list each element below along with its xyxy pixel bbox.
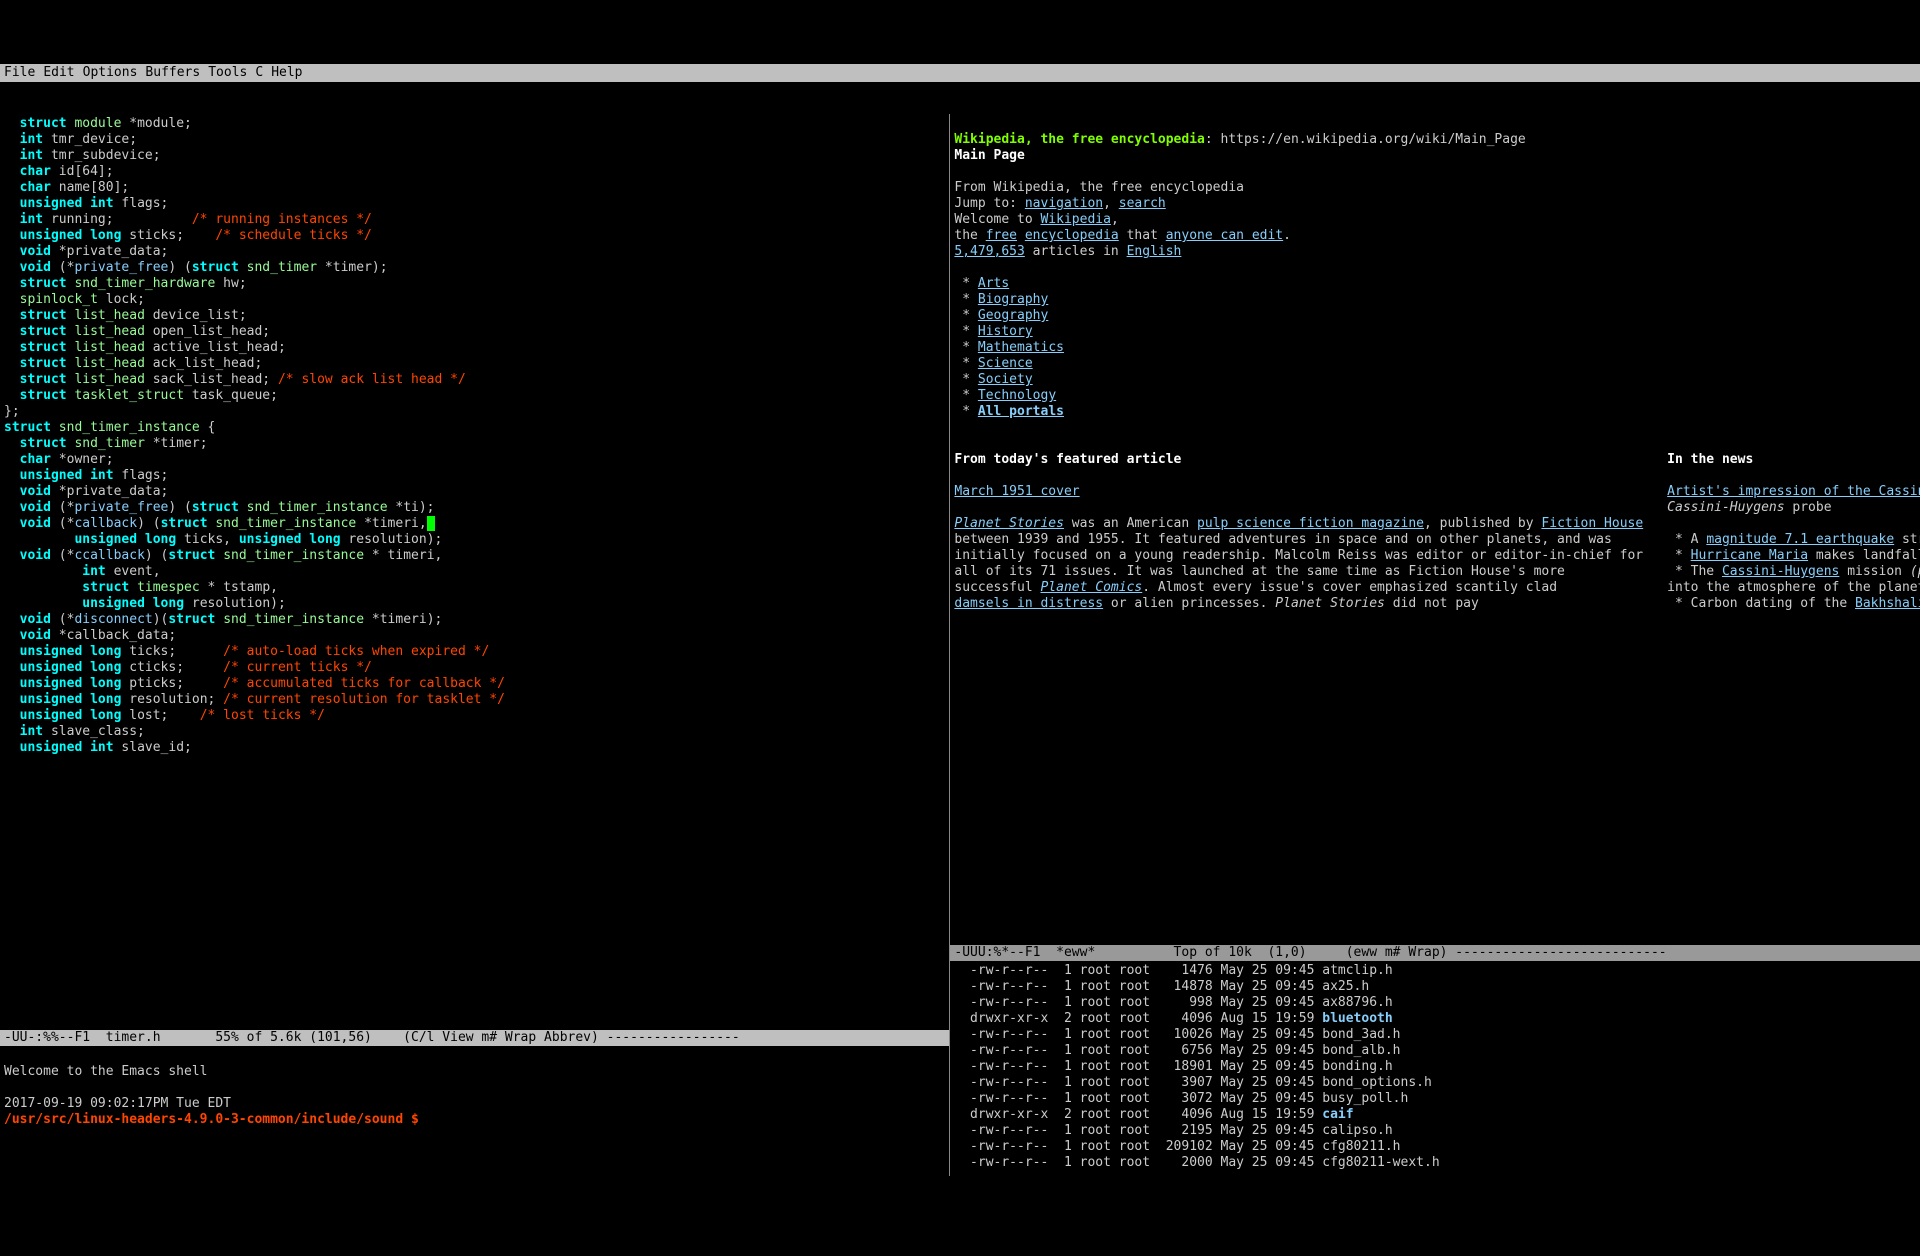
- menu-c[interactable]: C: [255, 65, 263, 81]
- dired-row[interactable]: -rw-r--r-- 1 root root 3907 May 25 09:45…: [954, 1075, 1916, 1091]
- modeline-eww: -UUU:%*--F1 *eww* Top of 10k (1,0) (eww …: [950, 945, 1920, 961]
- dired-row[interactable]: -rw-r--r-- 1 root root 998 May 25 09:45 …: [954, 995, 1916, 1011]
- txt: the: [954, 228, 985, 243]
- menubar[interactable]: File Edit Options Buffers Tools C Help: [0, 64, 1920, 82]
- txt: did not pay: [1385, 596, 1479, 611]
- dired-row[interactable]: -rw-r--r-- 1 root root 3072 May 25 09:45…: [954, 1091, 1916, 1107]
- link-anyone-edit[interactable]: anyone can edit: [1166, 228, 1283, 243]
- modeline-code: -UU-:%%--F1 timer.h 55% of 5.6k (101,56)…: [0, 1030, 949, 1046]
- dired-row[interactable]: -rw-r--r-- 1 root root 2195 May 25 09:45…: [954, 1123, 1916, 1139]
- eww-url: https://en.wikipedia.org/wiki/Main_Page: [1221, 132, 1526, 147]
- txt: into the atmosphere of the planet.: [1667, 580, 1920, 595]
- code-editor-pane[interactable]: struct module *module; int tmr_device; i…: [0, 114, 949, 1030]
- link-portal-geography[interactable]: Geography: [978, 308, 1048, 323]
- link-portal-mathematics[interactable]: Mathematics: [978, 340, 1064, 355]
- eshell-date: 2017-09-19 09:02:17PM Tue EDT: [4, 1096, 231, 1111]
- link-damsels[interactable]: damsels in distress: [954, 596, 1103, 611]
- link-planet-stories[interactable]: Planet Stories: [954, 516, 1064, 531]
- link-cassini[interactable]: Cassini-Huygens: [1722, 564, 1839, 579]
- link-portal-all-portals[interactable]: All portals: [978, 404, 1064, 419]
- txt: probe: [1785, 500, 1832, 515]
- menu-options[interactable]: Options: [83, 65, 138, 81]
- dired-row[interactable]: -rw-r--r-- 1 root root 6756 May 25 09:45…: [954, 1043, 1916, 1059]
- eshell-prompt[interactable]: /usr/src/linux-headers-4.9.0-3-common/in…: [4, 1112, 419, 1127]
- link-portal-technology[interactable]: Technology: [978, 388, 1056, 403]
- link-search[interactable]: search: [1119, 196, 1166, 211]
- eww-site-title: Wikipedia, the free encyclopedia: [954, 132, 1204, 147]
- link-earthquake[interactable]: magnitude 7.1 earthquake: [1706, 532, 1894, 547]
- link-free[interactable]: free: [986, 228, 1017, 243]
- dired-row[interactable]: -rw-r--r-- 1 root root 14878 May 25 09:4…: [954, 979, 1916, 995]
- link-portal-society[interactable]: Society: [978, 372, 1033, 387]
- menu-edit[interactable]: Edit: [43, 65, 74, 81]
- txt: Cassini-Huygens: [1667, 500, 1784, 515]
- txt: Welcome to: [954, 212, 1040, 227]
- link-hurricane-maria[interactable]: Hurricane Maria: [1691, 548, 1808, 563]
- dired-row[interactable]: drwxr-xr-x 2 root root 4096 Aug 15 19:59…: [954, 1107, 1916, 1123]
- menu-buffers[interactable]: Buffers: [145, 65, 200, 81]
- link-fiction-house[interactable]: Fiction House: [1541, 516, 1643, 531]
- link-portal-biography[interactable]: Biography: [978, 292, 1048, 307]
- link-portal-history[interactable]: History: [978, 324, 1033, 339]
- txt: that: [1119, 228, 1166, 243]
- txt: was an American: [1064, 516, 1197, 531]
- dired-row[interactable]: -rw-r--r-- 1 root root 18901 May 25 09:4…: [954, 1059, 1916, 1075]
- eww-browser-pane[interactable]: Wikipedia, the free encyclopedia: https:…: [950, 114, 1920, 945]
- link-artist-impression[interactable]: Artist's impression of the Cassini–Huyge…: [1667, 484, 1920, 499]
- link-march-cover[interactable]: March 1951 cover: [954, 484, 1079, 499]
- link-bakhshali[interactable]: Bakhshali manuscript: [1855, 596, 1920, 611]
- menu-tools[interactable]: Tools: [208, 65, 247, 81]
- txt: . Almost every issue's cover emphasized …: [1142, 580, 1557, 595]
- txt: (probe rendering shown): [1910, 564, 1920, 579]
- dired-row[interactable]: -rw-r--r-- 1 root root 209102 May 25 09:…: [954, 1139, 1916, 1155]
- dired-row[interactable]: -rw-r--r-- 1 root root 10026 May 25 09:4…: [954, 1027, 1916, 1043]
- eshell-pane[interactable]: Welcome to the Emacs shell 2017-09-19 09…: [0, 1046, 949, 1176]
- eshell-welcome: Welcome to the Emacs shell: [4, 1064, 208, 1079]
- news-heading: In the news: [1667, 452, 1753, 467]
- dired-pane[interactable]: -rw-r--r-- 1 root root 1476 May 25 09:45…: [950, 961, 1920, 1176]
- txt: The: [1691, 564, 1722, 579]
- txt: Carbon dating of the: [1691, 596, 1855, 611]
- link-planet-comics[interactable]: Planet Comics: [1040, 580, 1142, 595]
- txt: A: [1691, 532, 1707, 547]
- txt: makes landfall on: [1808, 548, 1920, 563]
- link-encyclopedia[interactable]: encyclopedia: [1025, 228, 1119, 243]
- txt: Planet Stories: [1275, 596, 1385, 611]
- dired-row[interactable]: -rw-r--r-- 1 root root 1476 May 25 09:45…: [954, 963, 1916, 979]
- link-wikipedia[interactable]: Wikipedia: [1040, 212, 1110, 227]
- menu-help[interactable]: Help: [271, 65, 302, 81]
- link-article-count[interactable]: 5,479,653: [954, 244, 1024, 259]
- dired-row[interactable]: drwxr-xr-x 2 root root 4096 Aug 15 19:59…: [954, 1011, 1916, 1027]
- menu-file[interactable]: File: [4, 65, 35, 81]
- dired-row[interactable]: -rw-r--r-- 1 root root 2000 May 25 09:45…: [954, 1155, 1916, 1171]
- txt: articles in: [1025, 244, 1127, 259]
- txt: strikes central Mexico, killing more tha…: [1894, 532, 1920, 547]
- link-portal-science[interactable]: Science: [978, 356, 1033, 371]
- link-pulp[interactable]: pulp science fiction magazine: [1197, 516, 1424, 531]
- eww-jump-label: Jump to:: [954, 196, 1024, 211]
- portals-list: * Arts * Biography * Geography * History…: [954, 276, 1916, 420]
- link-portal-arts[interactable]: Arts: [978, 276, 1009, 291]
- eww-from: From Wikipedia, the free encyclopedia: [954, 180, 1244, 195]
- txt: or alien princesses.: [1103, 596, 1275, 611]
- featured-heading: From today's featured article: [954, 452, 1181, 467]
- txt: mission: [1839, 564, 1909, 579]
- link-navigation[interactable]: navigation: [1025, 196, 1103, 211]
- link-english[interactable]: English: [1127, 244, 1182, 259]
- eww-page-title: Main Page: [954, 148, 1024, 163]
- txt: , published by: [1424, 516, 1541, 531]
